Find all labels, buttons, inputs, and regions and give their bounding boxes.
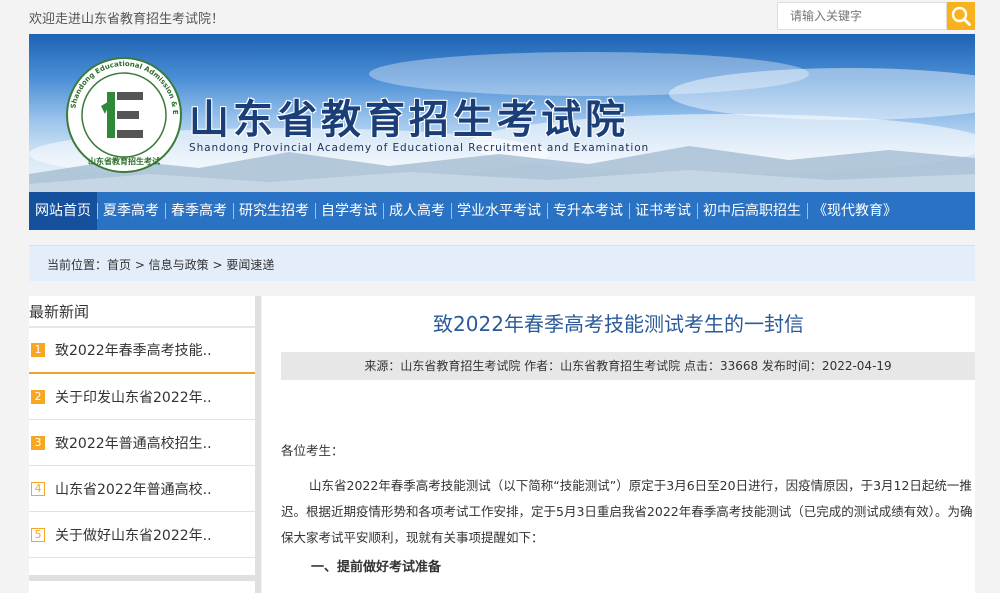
section-heading: 一、提前做好考试准备: [311, 560, 442, 575]
nav-item-academic-level-exam[interactable]: 学业水平考试: [451, 192, 547, 230]
news-list: 1 致2022年春季高考技能.. 2 关于印发山东省2022年.. 3 致202…: [29, 328, 255, 558]
rank-badge: 2: [31, 389, 45, 404]
news-list-item[interactable]: 1 致2022年春季高考技能..: [29, 328, 255, 374]
breadcrumb-text: 当前位置：首页 > 信息与政策 > 要闻速递: [47, 258, 275, 272]
sidebar-heading: 最新新闻: [29, 296, 255, 328]
news-link[interactable]: 关于做好山东省2022年..: [55, 525, 212, 545]
nav-item-graduate-exam[interactable]: 研究生招考: [233, 192, 315, 230]
nav-item-self-study-exam[interactable]: 自学考试: [315, 192, 383, 230]
rank-badge: 1: [31, 343, 45, 357]
nav-item-vocational-admission[interactable]: 初中后高职招生: [697, 192, 807, 230]
welcome-text: 欢迎走进山东省教育招生考试院！: [29, 12, 225, 27]
news-link[interactable]: 关于印发山东省2022年..: [55, 387, 212, 407]
article-meta: 来源：山东省教育招生考试院 作者：山东省教育招生考试院 点击：33668 发布时…: [281, 352, 975, 380]
nav-item-spring-gaokao[interactable]: 春季高考: [165, 192, 233, 230]
news-list-item[interactable]: 4 山东省2022年普通高校..: [29, 466, 255, 512]
news-link[interactable]: 致2022年春季高考技能..: [55, 340, 212, 360]
news-list-item[interactable]: 3 致2022年普通高校招生..: [29, 420, 255, 466]
news-link[interactable]: 山东省2022年普通高校..: [55, 479, 212, 499]
article-body: 各位考生： 山东省2022年春季高考技能测试（以下简称“技能测试”）原定于3月6…: [281, 438, 975, 581]
search-input[interactable]: [777, 2, 947, 30]
rank-badge: 4: [31, 481, 45, 496]
sidebar-latest-news: 最新新闻 1 致2022年春季高考技能.. 2 关于印发山东省2022年.. 3…: [29, 296, 261, 593]
news-link[interactable]: 致2022年普通高校招生..: [55, 433, 212, 453]
site-title: 山东省教育招生考试院: [189, 97, 629, 143]
news-list-item[interactable]: 2 关于印发山东省2022年..: [29, 374, 255, 420]
nav-item-modern-education[interactable]: 《现代教育》: [807, 192, 903, 230]
nav-item-certificate-exam[interactable]: 证书考试: [629, 192, 697, 230]
nav-item-home[interactable]: 网站首页: [29, 192, 97, 230]
main-nav: 网站首页 夏季高考 春季高考 研究生招考 自学考试 成人高考 学业水平考试 专升…: [29, 192, 975, 230]
rank-badge: 3: [31, 435, 45, 450]
site-subtitle: Shandong Provincial Academy of Education…: [189, 142, 650, 154]
rank-badge: 5: [31, 527, 45, 542]
svg-text:山东省教育招生考试: 山东省教育招生考试: [88, 156, 160, 166]
top-bar: 欢迎走进山东省教育招生考试院！: [0, 0, 1000, 32]
site-banner: Shandong Educational Admission & Examina…: [29, 34, 975, 192]
breadcrumb: 当前位置：首页 > 信息与政策 > 要闻速递: [29, 245, 975, 281]
sidebar-divider: [29, 575, 255, 581]
news-list-item[interactable]: 5 关于做好山东省2022年..: [29, 512, 255, 558]
nav-item-upgrade-exam[interactable]: 专升本考试: [547, 192, 629, 230]
nav-item-adult-gaokao[interactable]: 成人高考: [383, 192, 451, 230]
search-icon: [951, 6, 971, 26]
academy-logo: Shandong Educational Admission & Examina…: [65, 56, 182, 173]
article-title: 致2022年春季高考技能测试考生的一封信: [433, 312, 804, 336]
nav-item-summer-gaokao[interactable]: 夏季高考: [97, 192, 165, 230]
article-paragraph: 山东省2022年春季高考技能测试（以下简称“技能测试”）原定于3月6日至20日进…: [281, 478, 973, 545]
search-box: [777, 2, 975, 30]
article-panel: 致2022年春季高考技能测试考生的一封信 来源：山东省教育招生考试院 作者：山东…: [262, 296, 975, 593]
search-button[interactable]: [947, 2, 975, 30]
article-greeting: 各位考生：: [281, 443, 344, 458]
